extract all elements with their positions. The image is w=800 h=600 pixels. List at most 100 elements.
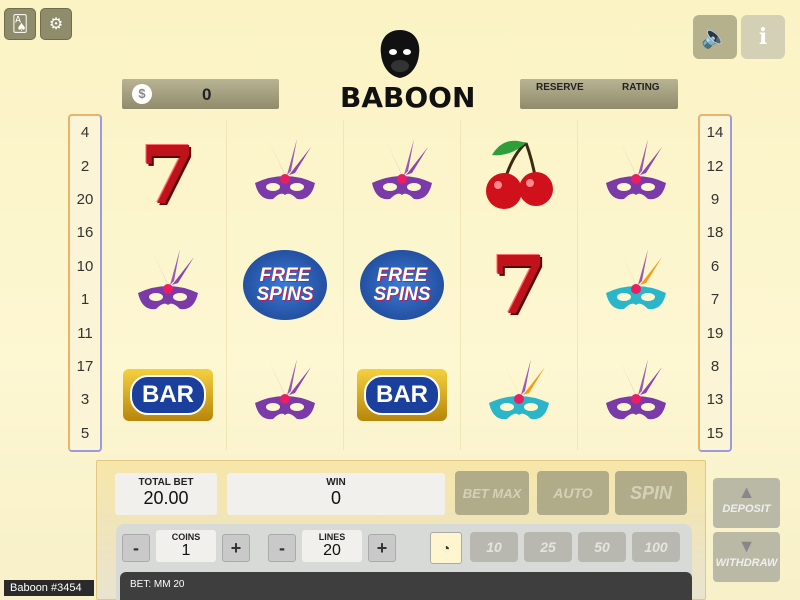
withdraw-button[interactable]: ▼ WITHDRAW xyxy=(713,532,780,582)
lines-minus-button[interactable]: - xyxy=(268,534,296,562)
reel-3: FREE SPINS BAR xyxy=(344,120,461,450)
left-number: 20 xyxy=(76,190,94,208)
settings-icon[interactable]: ⚙ xyxy=(40,8,72,40)
lines-label: LINES xyxy=(318,532,346,542)
free-spins-badge: FREE SPINS xyxy=(243,250,327,320)
bar-text: BAR xyxy=(364,375,440,415)
reserve-label: RESERVE xyxy=(536,82,584,93)
logo-text: BABOON xyxy=(340,81,476,114)
right-number: 14 xyxy=(706,124,724,142)
total-bet-field: TOTAL BET 20.00 xyxy=(115,473,217,515)
free-spins-badge: FREE SPINS xyxy=(360,250,444,320)
total-bet-label: TOTAL BET xyxy=(138,477,194,488)
left-number: 16 xyxy=(76,224,94,242)
right-number: 7 xyxy=(710,291,720,309)
speed-option-button[interactable]: 10 xyxy=(470,532,518,562)
coin-icon: $ xyxy=(132,84,152,104)
free-text: FREE xyxy=(259,265,311,286)
win-label: WIN xyxy=(326,477,346,488)
lines-plus-button[interactable]: + xyxy=(368,534,396,562)
bar-plate: BAR xyxy=(123,369,213,421)
mask-icon xyxy=(578,340,694,450)
balance-display: $ 0 xyxy=(122,79,279,109)
arrow-up-icon: ▲ xyxy=(737,482,756,502)
right-number: 19 xyxy=(706,324,724,342)
reserve-rating-bar: RESERVE RATING xyxy=(520,79,678,109)
speed-option-button[interactable]: 100 xyxy=(632,532,680,562)
coins-plus-button[interactable]: + xyxy=(222,534,250,562)
reel-2: FREE SPINS xyxy=(227,120,344,450)
gold-mask-icon xyxy=(578,230,694,340)
left-number: 5 xyxy=(80,424,90,442)
right-number: 9 xyxy=(710,190,720,208)
reel-4: 7 xyxy=(461,120,578,450)
balance-value: 0 xyxy=(202,85,212,104)
mask-icon xyxy=(344,120,460,230)
auto-button[interactable]: AUTO xyxy=(537,471,609,515)
speed-option-button[interactable]: 25 xyxy=(524,532,572,562)
deposit-label: DEPOSIT xyxy=(722,503,771,515)
withdraw-label: WITHDRAW xyxy=(715,557,778,569)
coins-field: COINS 1 xyxy=(156,530,216,562)
seven-symbol: 7 xyxy=(110,120,226,230)
win-field: WIN 0 xyxy=(227,473,445,515)
left-number: 11 xyxy=(77,324,93,342)
lines-field: LINES 20 xyxy=(302,530,362,562)
game-tag: Baboon #3454 xyxy=(4,580,94,596)
deposit-button[interactable]: ▲ DEPOSIT xyxy=(713,478,780,528)
coins-value: 1 xyxy=(181,542,191,559)
spin-button[interactable]: SPIN xyxy=(615,471,687,515)
reel-5 xyxy=(578,120,694,450)
right-number: 12 xyxy=(706,157,724,175)
spins-text: SPINS xyxy=(256,284,314,305)
total-bet-value: 20.00 xyxy=(143,488,189,508)
coins-minus-button[interactable]: - xyxy=(122,534,150,562)
right-number: 18 xyxy=(706,224,724,242)
bet-status-bar: BET: MM 20 xyxy=(120,572,692,600)
bar-symbol: BAR xyxy=(344,340,460,450)
info-icon[interactable]: i xyxy=(741,15,785,59)
bar-text: BAR xyxy=(130,375,206,415)
reel-1: 7 BAR xyxy=(110,120,227,450)
right-number: 6 xyxy=(710,257,720,275)
right-number: 13 xyxy=(706,391,724,409)
baboon-icon xyxy=(380,30,420,78)
coins-label: COINS xyxy=(171,532,201,542)
bar-symbol: BAR xyxy=(110,340,226,450)
left-number: 3 xyxy=(80,391,90,409)
right-number: 8 xyxy=(710,357,720,375)
win-value: 0 xyxy=(330,488,341,508)
left-number: 4 xyxy=(80,124,90,142)
mask-icon xyxy=(578,120,694,230)
seven-text: 7 xyxy=(491,238,547,332)
spins-text: SPINS xyxy=(373,284,431,305)
bar-plate: BAR xyxy=(357,369,447,421)
gold-mask-icon xyxy=(461,340,577,450)
right-number: 15 xyxy=(706,424,724,442)
free-text: FREE xyxy=(376,265,428,286)
mask-icon xyxy=(227,340,343,450)
cards-icon[interactable]: 🂡 xyxy=(4,8,36,40)
speed-gauge-icon[interactable]: ◔ xyxy=(430,532,462,564)
arrow-down-icon: ▼ xyxy=(737,536,756,556)
bet-max-button[interactable]: BET MAX xyxy=(455,471,529,515)
mask-icon xyxy=(227,120,343,230)
paylines-right: 14 12 9 18 6 7 19 8 13 15 xyxy=(698,114,732,452)
paylines-left: 4 2 20 16 10 1 11 17 3 5 xyxy=(68,114,102,452)
lines-value: 20 xyxy=(323,542,341,559)
sound-icon[interactable]: 🔈 xyxy=(693,15,737,59)
free-spins-symbol: FREE SPINS xyxy=(344,230,460,340)
speed-option-button[interactable]: 50 xyxy=(578,532,626,562)
seven-symbol: 7 xyxy=(461,230,577,340)
left-number: 1 xyxy=(80,291,90,309)
seven-text: 7 xyxy=(140,128,196,222)
left-number: 10 xyxy=(76,257,94,275)
cherry-icon xyxy=(461,120,577,230)
left-number: 17 xyxy=(76,357,94,375)
mask-icon xyxy=(110,230,226,340)
game-logo: BABOON xyxy=(340,28,476,114)
rating-label: RATING xyxy=(622,82,660,93)
left-number: 2 xyxy=(80,157,90,175)
free-spins-symbol: FREE SPINS xyxy=(227,230,343,340)
bet-status-text: BET: MM 20 xyxy=(130,579,185,590)
